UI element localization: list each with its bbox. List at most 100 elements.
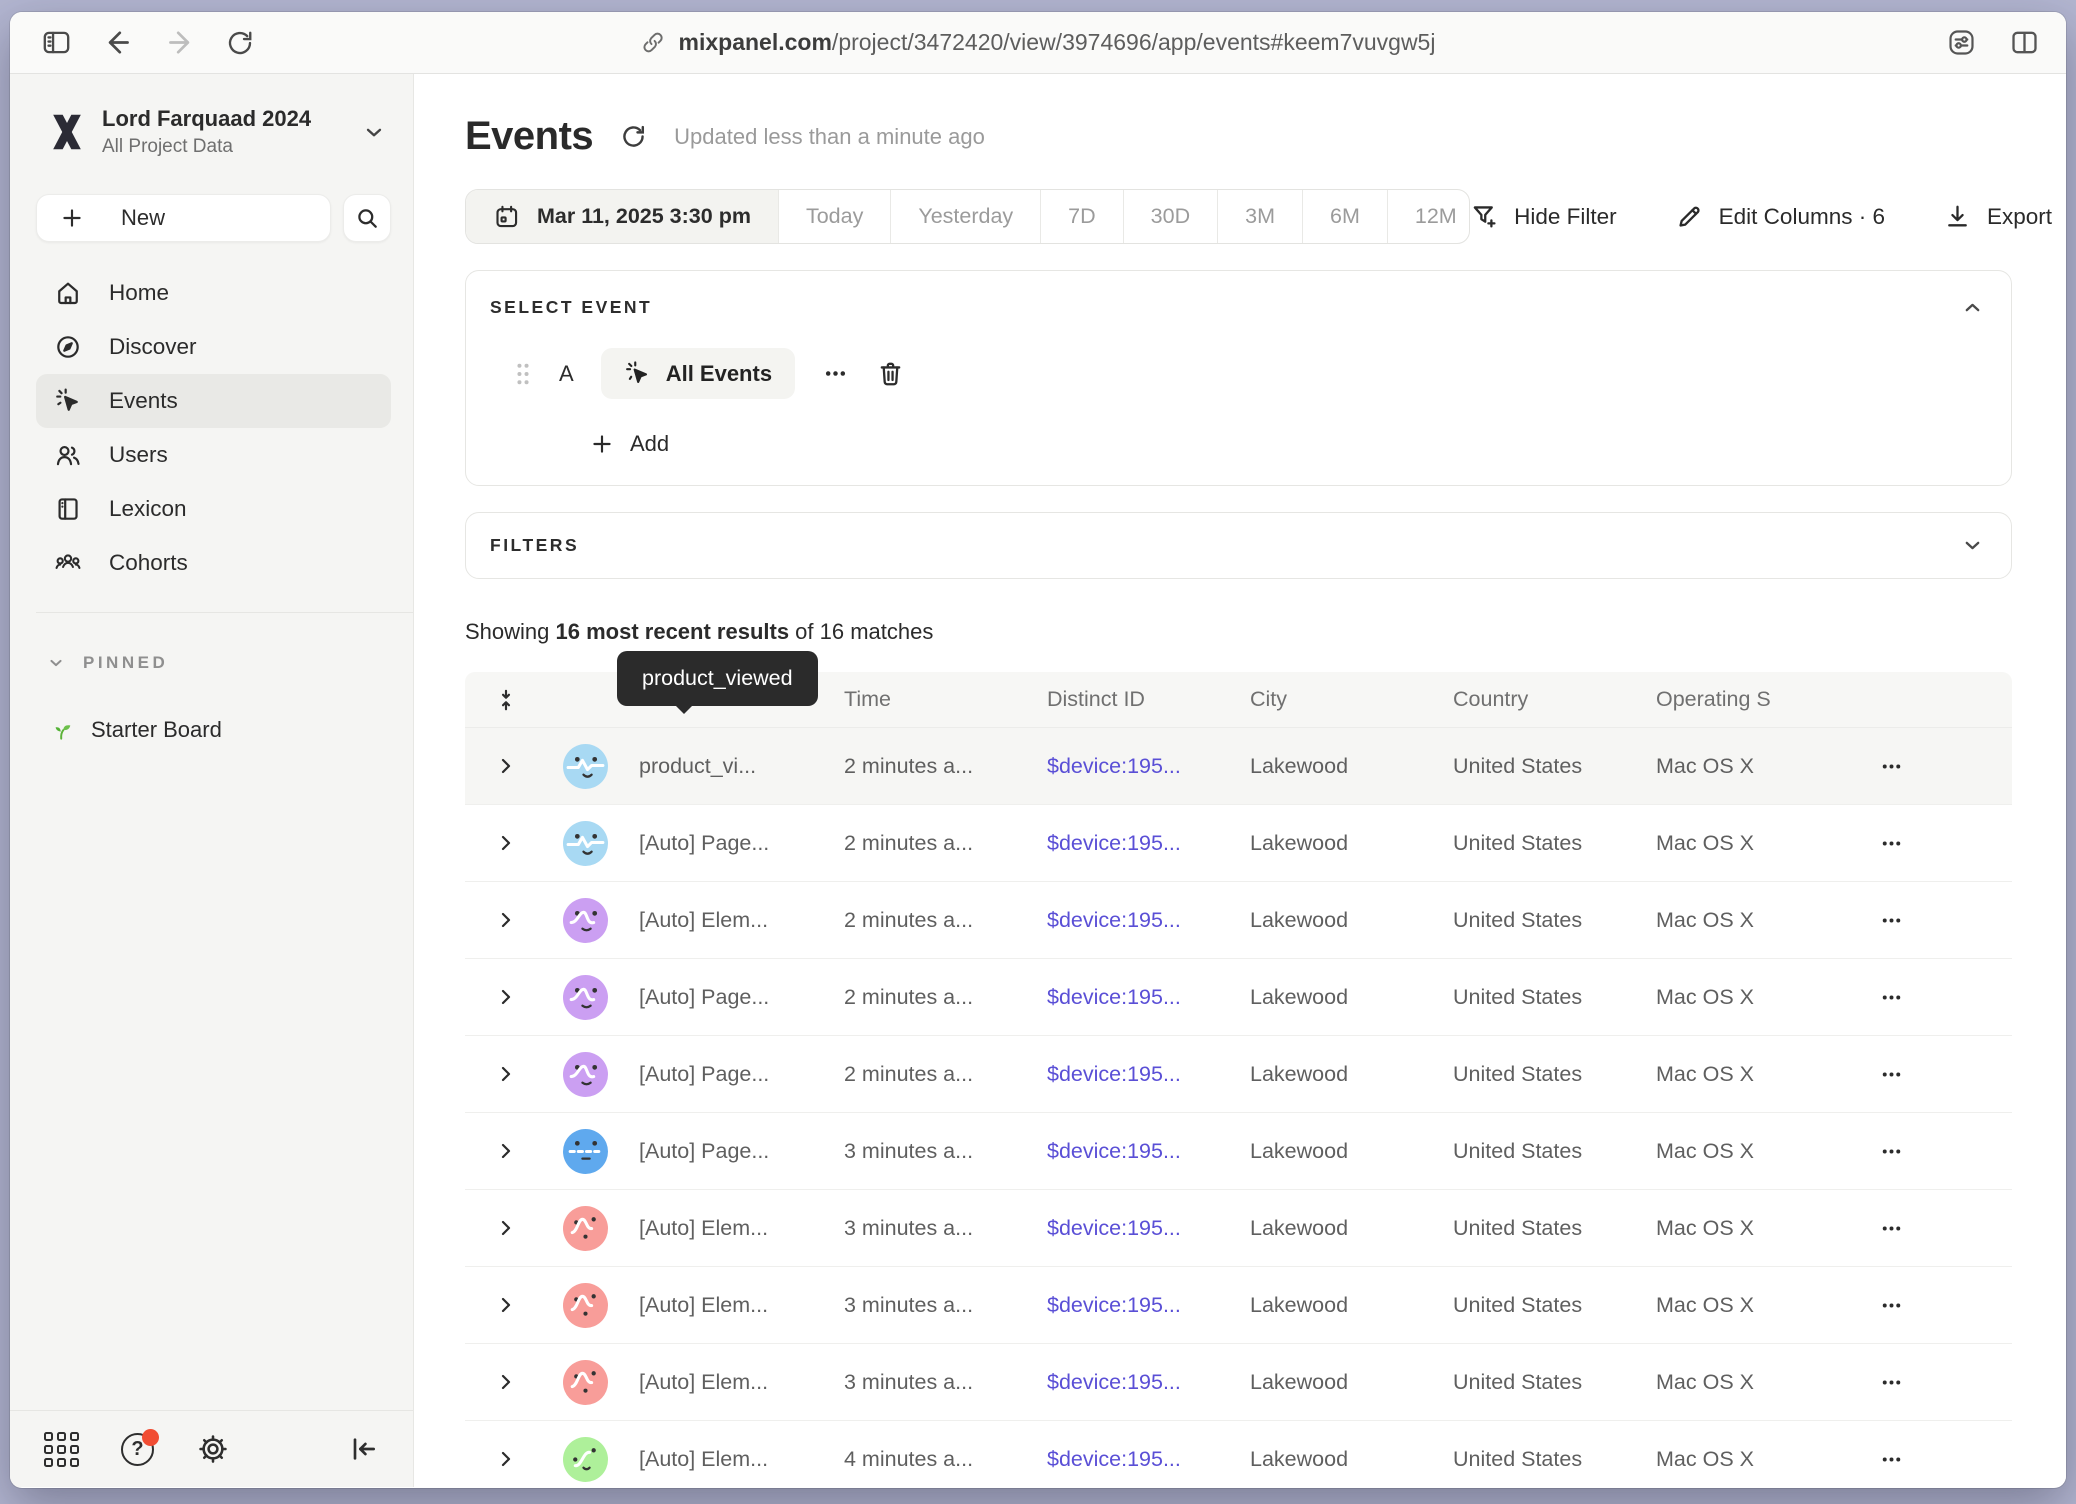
- preset-6m[interactable]: 6M: [1302, 190, 1387, 243]
- event-name-cell[interactable]: [Auto] Elem...: [619, 1293, 824, 1318]
- distinct-id-link[interactable]: $device:195...: [1027, 985, 1230, 1010]
- expand-row-icon[interactable]: [465, 908, 547, 932]
- date-picker-button[interactable]: Mar 11, 2025 3:30 pm: [466, 190, 778, 243]
- row-menu-ellipsis-icon[interactable]: [1859, 1139, 2012, 1164]
- row-menu-ellipsis-icon[interactable]: [1859, 1370, 2012, 1395]
- edit-columns-button[interactable]: Edit Columns · 6: [1675, 202, 1885, 231]
- event-name-cell[interactable]: [Auto] Elem...: [619, 1370, 824, 1395]
- event-name-cell[interactable]: [Auto] Page...: [619, 1139, 824, 1164]
- distinct-id-link[interactable]: $device:195...: [1027, 1447, 1230, 1472]
- trash-icon[interactable]: [876, 359, 905, 388]
- column-country[interactable]: Country: [1433, 687, 1636, 712]
- pinned-label: PINNED: [83, 653, 168, 673]
- distinct-id-link[interactable]: $device:195...: [1027, 1139, 1230, 1164]
- row-menu-ellipsis-icon[interactable]: [1859, 1447, 2012, 1472]
- sidebar-item-discover[interactable]: Discover: [36, 320, 391, 374]
- event-name-cell[interactable]: [Auto] Elem...: [619, 908, 824, 933]
- hide-filter-button[interactable]: Hide Filter: [1470, 202, 1617, 231]
- expand-row-icon[interactable]: [465, 831, 547, 855]
- chevron-down-icon[interactable]: [1960, 533, 1985, 558]
- filters-panel[interactable]: FILTERS: [465, 512, 2012, 579]
- sidebar-item-events[interactable]: Events: [36, 374, 391, 428]
- column-distinct-id[interactable]: Distinct ID: [1027, 687, 1230, 712]
- column-city[interactable]: City: [1230, 687, 1433, 712]
- table-row[interactable]: [Auto] Page... 2 minutes a... $device:19…: [465, 805, 2012, 882]
- distinct-id-link[interactable]: $device:195...: [1027, 1216, 1230, 1241]
- drag-handle-icon[interactable]: [514, 361, 532, 387]
- distinct-id-link[interactable]: $device:195...: [1027, 754, 1230, 779]
- preset-3m[interactable]: 3M: [1217, 190, 1302, 243]
- table-row[interactable]: [Auto] Elem... 4 minutes a... $device:19…: [465, 1421, 2012, 1487]
- sidebar-item-cohorts[interactable]: Cohorts: [36, 536, 391, 590]
- add-event-button[interactable]: Add: [589, 431, 1985, 457]
- expand-row-icon[interactable]: [465, 1370, 547, 1394]
- row-menu-ellipsis-icon[interactable]: [1859, 1216, 2012, 1241]
- row-menu-ellipsis-icon[interactable]: [1859, 831, 2012, 856]
- preset-yesterday[interactable]: Yesterday: [890, 190, 1040, 243]
- preset-12m[interactable]: 12M: [1387, 190, 1470, 243]
- event-name-cell[interactable]: [Auto] Page...: [619, 831, 824, 856]
- preset-30d[interactable]: 30D: [1123, 190, 1217, 243]
- row-menu-ellipsis-icon[interactable]: [1859, 1293, 2012, 1318]
- preset-today[interactable]: Today: [778, 190, 890, 243]
- chevron-up-icon[interactable]: [1960, 295, 1985, 320]
- event-selector-chip[interactable]: All Events: [601, 348, 795, 399]
- gear-icon[interactable]: [196, 1432, 230, 1466]
- expand-row-icon[interactable]: [465, 754, 547, 778]
- sidebar-item-lexicon[interactable]: Lexicon: [36, 482, 391, 536]
- expand-row-icon[interactable]: [465, 1293, 547, 1317]
- column-time[interactable]: Time: [824, 687, 1027, 712]
- table-row[interactable]: [Auto] Elem... 2 minutes a... $device:19…: [465, 882, 2012, 959]
- table-row[interactable]: [Auto] Page... 3 minutes a... $device:19…: [465, 1113, 2012, 1190]
- help-icon[interactable]: ?: [121, 1433, 154, 1466]
- pinned-section-header[interactable]: PINNED: [46, 653, 413, 673]
- sidebar-item-home[interactable]: Home: [36, 266, 391, 320]
- distinct-id-link[interactable]: $device:195...: [1027, 831, 1230, 856]
- expand-row-icon[interactable]: [465, 1216, 547, 1240]
- row-menu-ellipsis-icon[interactable]: [1859, 985, 2012, 1010]
- back-icon[interactable]: [103, 27, 134, 58]
- event-options-ellipsis-icon[interactable]: [822, 360, 849, 387]
- table-row[interactable]: [Auto] Page... 2 minutes a... $device:19…: [465, 1036, 2012, 1113]
- sidebar-item-starter-board[interactable]: Starter Board: [48, 717, 413, 743]
- sidebar-item-users[interactable]: Users: [36, 428, 391, 482]
- expand-row-icon[interactable]: [465, 1062, 547, 1086]
- event-name-cell[interactable]: [Auto] Elem...: [619, 1216, 824, 1241]
- table-row[interactable]: [Auto] Elem... 3 minutes a... $device:19…: [465, 1267, 2012, 1344]
- new-button[interactable]: New: [36, 194, 331, 242]
- table-row[interactable]: [Auto] Elem... 3 minutes a... $device:19…: [465, 1344, 2012, 1421]
- expand-row-icon[interactable]: [465, 985, 547, 1009]
- split-view-icon[interactable]: [2009, 27, 2040, 58]
- date-range-control: Mar 11, 2025 3:30 pm Today Yesterday 7D …: [465, 189, 1470, 244]
- expand-row-icon[interactable]: [465, 1139, 547, 1163]
- users-icon: [53, 441, 82, 469]
- distinct-id-link[interactable]: $device:195...: [1027, 1293, 1230, 1318]
- event-name-cell[interactable]: product_vi...: [619, 754, 824, 779]
- event-name-cell[interactable]: [Auto] Page...: [619, 1062, 824, 1087]
- event-name-cell[interactable]: [Auto] Page...: [619, 985, 824, 1010]
- export-button[interactable]: Export: [1943, 202, 2052, 231]
- page-settings-icon[interactable]: [1946, 27, 1977, 58]
- expand-row-icon[interactable]: [465, 1447, 547, 1471]
- reload-icon[interactable]: [225, 28, 255, 58]
- preset-7d[interactable]: 7D: [1040, 190, 1122, 243]
- distinct-id-link[interactable]: $device:195...: [1027, 908, 1230, 933]
- table-row[interactable]: [Auto] Elem... 3 minutes a... $device:19…: [465, 1190, 2012, 1267]
- row-menu-ellipsis-icon[interactable]: [1859, 1062, 2012, 1087]
- sidebar-toggle-icon[interactable]: [40, 26, 73, 59]
- row-menu-ellipsis-icon[interactable]: [1859, 908, 2012, 933]
- apps-grid-icon[interactable]: [44, 1432, 79, 1467]
- search-button[interactable]: [343, 194, 391, 242]
- collapse-rows-icon[interactable]: [465, 687, 547, 713]
- collapse-sidebar-icon[interactable]: [347, 1433, 379, 1465]
- table-row[interactable]: product_vi... 2 minutes a... $device:195…: [465, 728, 2012, 805]
- table-row[interactable]: [Auto] Page... 2 minutes a... $device:19…: [465, 959, 2012, 1036]
- row-menu-ellipsis-icon[interactable]: [1859, 754, 2012, 779]
- distinct-id-link[interactable]: $device:195...: [1027, 1370, 1230, 1395]
- refresh-icon[interactable]: [619, 122, 648, 151]
- column-operating-system[interactable]: Operating S: [1636, 687, 1859, 712]
- address-bar[interactable]: mixpanel.com/project/3472420/view/397469…: [641, 29, 1436, 56]
- event-name-cell[interactable]: [Auto] Elem...: [619, 1447, 824, 1472]
- project-switcher[interactable]: Lord Farquaad 2024 All Project Data: [48, 106, 387, 158]
- distinct-id-link[interactable]: $device:195...: [1027, 1062, 1230, 1087]
